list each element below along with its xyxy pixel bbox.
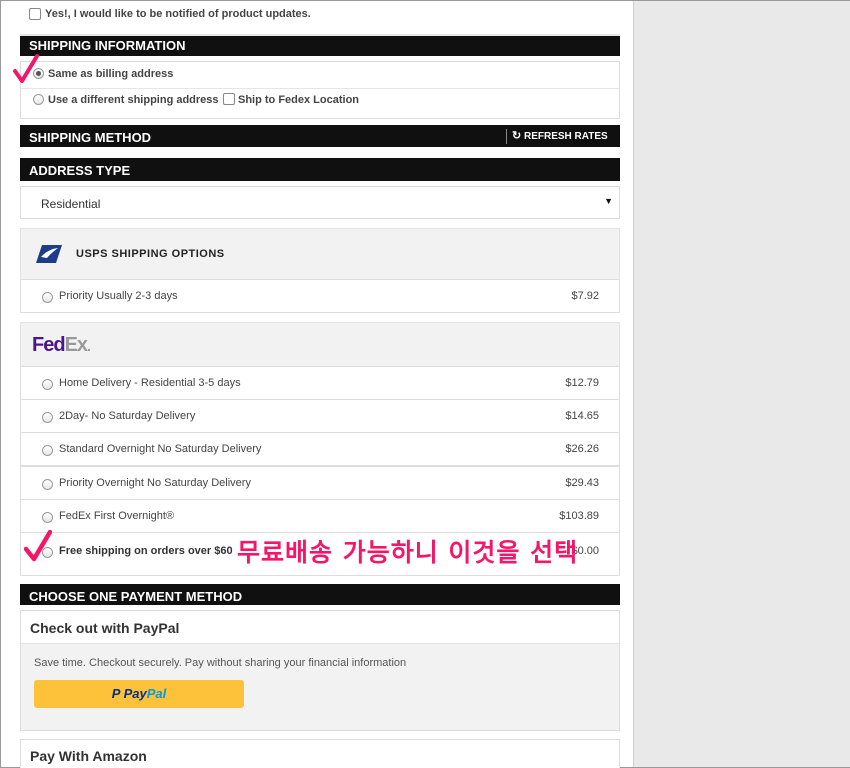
- different-address-radio[interactable]: [33, 94, 44, 105]
- paypal-btn-pay: Pay: [123, 686, 147, 701]
- shipping-option-radio[interactable]: [42, 292, 53, 303]
- shipping-option-price: $14.65: [565, 410, 599, 422]
- shipping-option-label: Priority Overnight No Saturday Delivery: [59, 477, 251, 489]
- paypal-title: Check out with PayPal: [30, 620, 180, 636]
- shipping-option-label: FedEx First Overnight®: [59, 510, 175, 522]
- paypal-description: Save time. Checkout securely. Pay withou…: [34, 657, 407, 669]
- address-type-header: ADDRESS TYPE: [20, 158, 620, 181]
- usps-header: USPS SHIPPING OPTIONS: [20, 228, 620, 280]
- payment-method-header: CHOOSE ONE PAYMENT METHOD: [20, 584, 620, 605]
- refresh-rates-button[interactable]: ↻ REFRESH RATES: [512, 128, 608, 144]
- same-as-billing-label: Same as billing address: [48, 68, 174, 80]
- shipping-option-label: Standard Overnight No Saturday Delivery: [59, 443, 262, 455]
- paypal-button[interactable]: P PayPal: [34, 680, 244, 708]
- shipping-option-label: 2Day- No Saturday Delivery: [59, 410, 196, 422]
- paypal-title-bar: Check out with PayPal: [21, 611, 619, 644]
- shipping-option-radio[interactable]: [42, 412, 53, 423]
- fedex-logo: FedEx.: [32, 334, 91, 356]
- fedex-logo-ex: Ex: [64, 334, 88, 356]
- shipping-option-price: $103.89: [559, 510, 599, 522]
- shipping-option-label: Priority Usually 2-3 days: [59, 290, 178, 302]
- notify-label: Yes!, I would like to be notified of pro…: [45, 8, 311, 20]
- checkmark-annotation-icon: [13, 54, 39, 83]
- usps-eagle-icon: [36, 245, 62, 263]
- shipping-info-header: SHIPPING INFORMATION: [20, 34, 620, 56]
- fedex-header: FedEx.: [20, 322, 620, 367]
- usps-title: USPS SHIPPING OPTIONS: [76, 248, 225, 260]
- shipping-option-radio[interactable]: [42, 379, 53, 390]
- fedex-logo-fed: Fed: [32, 334, 66, 356]
- paypal-section: Check out with PayPal Save time. Checkou…: [20, 610, 620, 731]
- shipping-option-row[interactable]: FedEx First Overnight® $103.89: [20, 499, 620, 533]
- shipping-option-price: $29.43: [565, 477, 599, 489]
- address-type-select[interactable]: Residential ▼: [20, 186, 620, 219]
- address-type-value: Residential: [41, 197, 101, 211]
- shipping-option-row[interactable]: Priority Usually 2-3 days $7.92: [20, 279, 620, 313]
- shipping-option-radio[interactable]: [42, 479, 53, 490]
- amazon-title: Pay With Amazon: [30, 748, 147, 764]
- amazon-section: Pay With Amazon: [20, 739, 620, 768]
- shipping-option-radio[interactable]: [42, 445, 53, 456]
- shipping-option-row[interactable]: 2Day- No Saturday Delivery $14.65: [20, 399, 620, 433]
- notify-checkbox[interactable]: [29, 8, 41, 20]
- shipping-option-label: Home Delivery - Residential 3-5 days: [59, 377, 241, 389]
- right-gray-panel: [633, 1, 850, 767]
- shipping-option-price: $7.92: [571, 290, 599, 302]
- refresh-rates-label: REFRESH RATES: [524, 131, 608, 142]
- shipping-option-price: $12.79: [565, 377, 599, 389]
- shipping-option-row[interactable]: Priority Overnight No Saturday Delivery …: [20, 466, 620, 500]
- annotation-text: 무료배송 가능하니 이것을 선택: [237, 538, 579, 567]
- different-address-label: Use a different shipping address: [48, 94, 219, 106]
- shipping-option-row[interactable]: Standard Overnight No Saturday Delivery …: [20, 432, 620, 466]
- header-divider: [506, 129, 507, 144]
- paypal-logo-icon: P: [111, 686, 120, 701]
- dropdown-arrow-icon: ▼: [604, 196, 613, 206]
- shipping-option-radio[interactable]: [42, 512, 53, 523]
- shipping-method-title: SHIPPING METHOD: [29, 130, 152, 145]
- shipping-option-label: Free shipping on orders over $60: [59, 545, 233, 557]
- shipping-option-row[interactable]: Home Delivery - Residential 3-5 days $12…: [20, 366, 620, 400]
- fedex-location-checkbox[interactable]: [223, 93, 235, 105]
- shipping-option-price: $26.26: [565, 443, 599, 455]
- divider: [21, 88, 619, 89]
- fedex-location-label: Ship to Fedex Location: [238, 94, 360, 106]
- refresh-icon: ↻: [512, 130, 522, 142]
- paypal-btn-pal: Pal: [146, 686, 167, 701]
- checkmark-annotation-icon: [24, 530, 52, 562]
